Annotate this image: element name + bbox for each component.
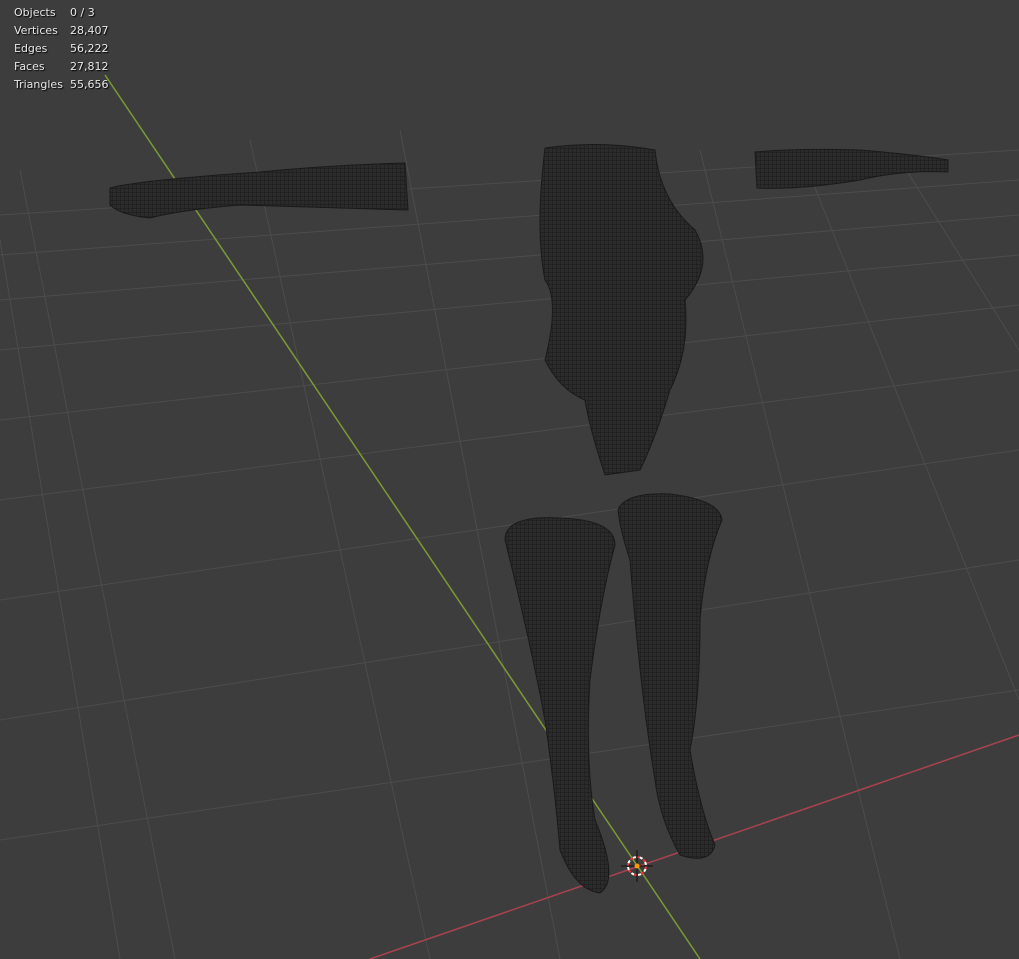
torso-mesh bbox=[539, 143, 704, 476]
mesh-objects[interactable] bbox=[109, 143, 949, 894]
left-leg-mesh bbox=[504, 517, 616, 894]
stat-edges: Edges 56,222 bbox=[14, 40, 109, 58]
stat-label: Edges bbox=[14, 42, 48, 55]
stat-label: Objects bbox=[14, 6, 56, 19]
stat-label: Triangles bbox=[14, 78, 63, 91]
stat-value: 28,407 bbox=[70, 24, 109, 37]
stat-faces: Faces 27,812 bbox=[14, 58, 109, 76]
stat-objects: Objects 0 / 3 bbox=[14, 4, 109, 22]
right-arm-mesh bbox=[754, 148, 949, 189]
stat-value: 0 / 3 bbox=[70, 6, 95, 19]
3d-viewport[interactable] bbox=[0, 0, 1019, 959]
right-leg-mesh bbox=[617, 493, 723, 859]
3d-cursor[interactable] bbox=[621, 850, 653, 882]
stat-label: Faces bbox=[14, 60, 45, 73]
stat-value: 56,222 bbox=[70, 42, 109, 55]
left-arm-mesh bbox=[109, 162, 409, 219]
stat-triangles: Triangles 55,656 bbox=[14, 76, 109, 94]
stat-label: Vertices bbox=[14, 24, 58, 37]
stat-value: 55,656 bbox=[70, 78, 109, 91]
stat-vertices: Vertices 28,407 bbox=[14, 22, 109, 40]
scene-statistics-overlay: Objects 0 / 3 Vertices 28,407 Edges 56,222 … bbox=[14, 4, 109, 94]
stat-value: 27,812 bbox=[70, 60, 109, 73]
